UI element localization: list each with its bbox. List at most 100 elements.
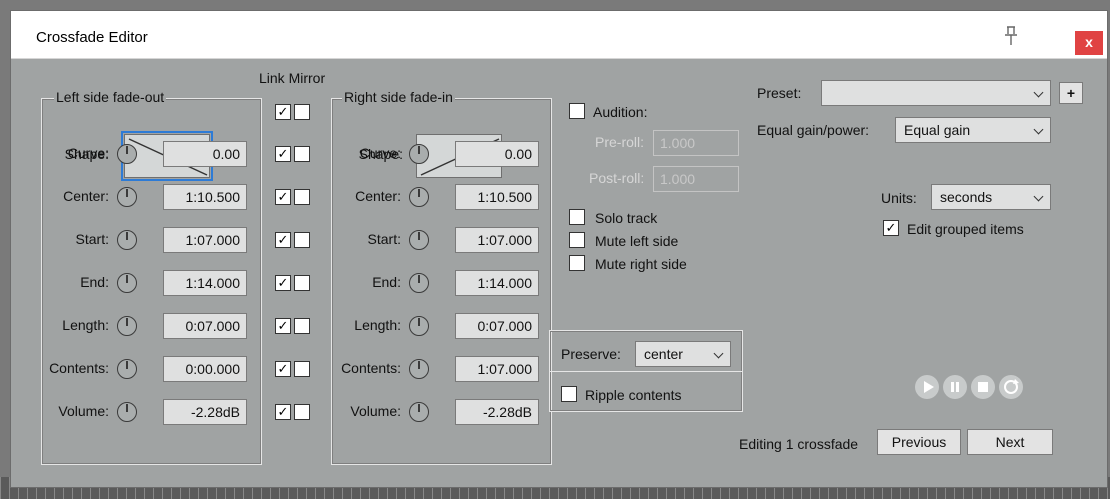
mirror-checkbox[interactable] <box>294 189 310 205</box>
close-button[interactable]: x <box>1075 31 1103 55</box>
loop-icon <box>1004 379 1019 394</box>
preserve-dropdown[interactable]: center <box>635 341 731 367</box>
left-center-knob[interactable] <box>117 187 137 207</box>
edit-grouped-label: Edit grouped items <box>907 221 1024 237</box>
link-checkbox[interactable]: ✓ <box>275 146 291 162</box>
left-center-input[interactable]: 1:10.500 <box>163 184 247 210</box>
ripple-contents-checkbox[interactable] <box>561 386 577 402</box>
postroll-input[interactable]: 1.000 <box>653 166 739 192</box>
left-contents-input[interactable]: 0:00.000 <box>163 356 247 382</box>
left-start-label: Start: <box>75 231 109 247</box>
chevron-down-icon <box>1033 87 1044 98</box>
right-length-knob[interactable] <box>409 316 429 336</box>
left-curve-knob[interactable] <box>117 144 137 164</box>
mirror-checkbox[interactable] <box>294 361 310 377</box>
mirror-checkbox[interactable] <box>294 318 310 334</box>
mirror-checkbox[interactable] <box>294 404 310 420</box>
preserve-value: center <box>644 346 683 362</box>
equal-gain-dropdown[interactable]: Equal gain <box>895 117 1051 143</box>
pause-icon <box>951 382 959 392</box>
right-start-knob[interactable] <box>409 230 429 250</box>
right-curve-label: Curve: <box>359 145 401 161</box>
right-center-label: Center: <box>355 188 401 204</box>
right-center-knob[interactable] <box>409 187 429 207</box>
left-length-knob[interactable] <box>117 316 137 336</box>
equal-gain-label: Equal gain/power: <box>757 122 870 138</box>
right-start-label: Start: <box>367 231 401 247</box>
right-start-input[interactable]: 1:07.000 <box>455 227 539 253</box>
preroll-input[interactable]: 1.000 <box>653 130 739 156</box>
mute-left-label: Mute left side <box>595 233 679 249</box>
mute-left-checkbox[interactable] <box>569 232 585 248</box>
right-curve-knob[interactable] <box>409 144 429 164</box>
link-mirror-header: Link Mirror <box>259 70 326 86</box>
checkmark-icon: ✓ <box>885 220 897 235</box>
left-length-label: Length: <box>62 317 109 333</box>
mirror-checkbox[interactable] <box>294 232 310 248</box>
window-title: Crossfade Editor <box>36 29 148 46</box>
link-checkbox[interactable]: ✓ <box>275 189 291 205</box>
left-curve-label: Curve: <box>67 145 109 161</box>
link-checkbox[interactable]: ✓ <box>275 404 291 420</box>
pin-icon[interactable] <box>1001 25 1021 47</box>
left-volume-input[interactable]: -2.28dB <box>163 399 247 425</box>
play-button[interactable] <box>915 375 939 399</box>
preset-dropdown[interactable] <box>821 80 1051 106</box>
editing-status: Editing 1 crossfade <box>739 436 859 452</box>
edit-grouped-checkbox[interactable]: ✓ <box>883 220 899 236</box>
link-checkbox[interactable]: ✓ <box>275 104 291 120</box>
solo-track-label: Solo track <box>595 210 658 226</box>
right-length-label: Length: <box>354 317 401 333</box>
right-end-knob[interactable] <box>409 273 429 293</box>
mute-right-label: Mute right side <box>595 256 687 272</box>
left-volume-knob[interactable] <box>117 402 137 422</box>
preroll-label: Pre-roll: <box>595 134 645 150</box>
loop-button[interactable] <box>999 375 1023 399</box>
units-value: seconds <box>940 189 993 205</box>
left-start-knob[interactable] <box>117 230 137 250</box>
units-dropdown[interactable]: seconds <box>931 184 1051 210</box>
units-label: Units: <box>881 190 917 206</box>
right-center-input[interactable]: 1:10.500 <box>455 184 539 210</box>
stop-button[interactable] <box>971 375 995 399</box>
dialog-body: Link Mirror Left side fade-out Shape: Cu… <box>11 60 1107 487</box>
left-length-input[interactable]: 0:07.000 <box>163 313 247 339</box>
solo-track-checkbox[interactable] <box>569 209 585 225</box>
right-volume-label: Volume: <box>350 403 401 419</box>
link-checkbox[interactable]: ✓ <box>275 318 291 334</box>
link-checkbox[interactable]: ✓ <box>275 232 291 248</box>
right-group-label: Right side fade-in <box>342 89 455 105</box>
next-button[interactable]: Next <box>967 429 1053 455</box>
left-curve-input[interactable]: 0.00 <box>163 141 247 167</box>
right-contents-label: Contents: <box>341 360 401 376</box>
right-end-input[interactable]: 1:14.000 <box>455 270 539 296</box>
audition-checkbox[interactable] <box>569 103 585 119</box>
left-contents-knob[interactable] <box>117 359 137 379</box>
link-checkbox[interactable]: ✓ <box>275 361 291 377</box>
left-group-label: Left side fade-out <box>54 89 167 105</box>
right-contents-input[interactable]: 1:07.000 <box>455 356 539 382</box>
left-end-knob[interactable] <box>117 273 137 293</box>
right-contents-knob[interactable] <box>409 359 429 379</box>
right-curve-input[interactable]: 0.00 <box>455 141 539 167</box>
left-start-input[interactable]: 1:07.000 <box>163 227 247 253</box>
mirror-checkbox[interactable] <box>294 104 310 120</box>
left-center-label: Center: <box>63 188 109 204</box>
right-length-input[interactable]: 0:07.000 <box>455 313 539 339</box>
preserve-label: Preserve: <box>561 346 621 362</box>
title-bar[interactable]: Crossfade Editor x <box>11 11 1107 59</box>
pause-button[interactable] <box>943 375 967 399</box>
mirror-checkbox[interactable] <box>294 146 310 162</box>
right-volume-knob[interactable] <box>409 402 429 422</box>
add-preset-button[interactable]: + <box>1059 82 1083 104</box>
previous-button[interactable]: Previous <box>877 429 961 455</box>
left-end-label: End: <box>80 274 109 290</box>
right-end-label: End: <box>372 274 401 290</box>
crossfade-editor-window: Crossfade Editor x Link Mirror Left side… <box>10 10 1108 488</box>
link-checkbox[interactable]: ✓ <box>275 275 291 291</box>
left-end-input[interactable]: 1:14.000 <box>163 270 247 296</box>
mute-right-checkbox[interactable] <box>569 255 585 271</box>
mirror-checkbox[interactable] <box>294 275 310 291</box>
right-volume-input[interactable]: -2.28dB <box>455 399 539 425</box>
audition-label: Audition: <box>593 104 648 120</box>
